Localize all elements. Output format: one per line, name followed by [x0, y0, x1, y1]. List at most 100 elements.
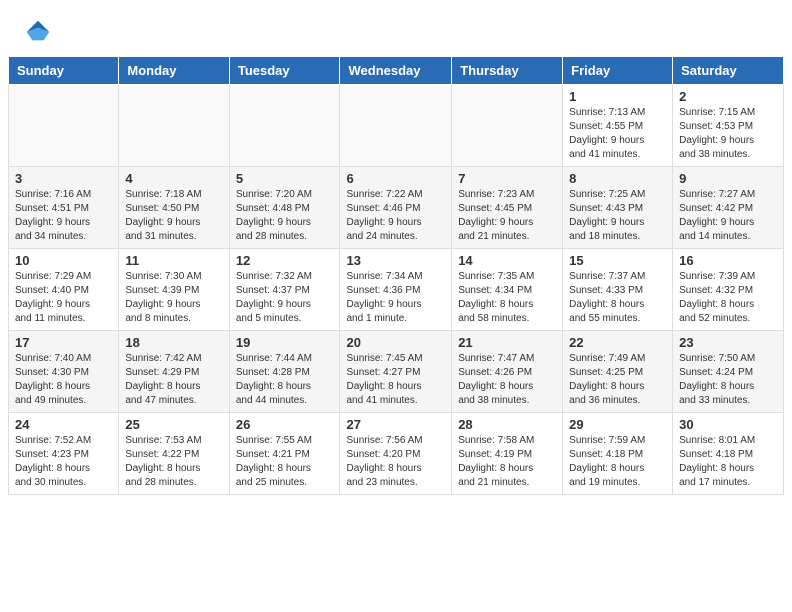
day-info: Sunrise: 7:25 AM Sunset: 4:43 PM Dayligh…: [569, 188, 666, 244]
calendar-day-cell: 4 Sunrise: 7:18 AM Sunset: 4:50 PM Daylig…: [119, 167, 229, 249]
day-number: 14: [458, 253, 556, 268]
calendar-day-cell: [119, 85, 229, 167]
day-number: 24: [15, 417, 112, 432]
calendar-day-cell: 24 Sunrise: 7:52 AM Sunset: 4:23 PM Dayli…: [9, 413, 119, 495]
calendar-day-cell: 21Sunrise: 7:47 AM Sunset: 4:26 PM Dayli…: [452, 331, 563, 413]
calendar-day-cell: 26Sunrise: 7:55 AM Sunset: 4:21 PM Dayli…: [229, 413, 340, 495]
page-header: [0, 0, 792, 56]
calendar-day-cell: 16 Sunrise: 7:39 AM Sunset: 4:32 PM Dayli…: [673, 249, 784, 331]
day-number: 6: [346, 171, 445, 186]
day-info: Sunrise: 7:53 AM Sunset: 4:22 PM Dayligh…: [125, 434, 222, 490]
day-info: Sunrise: 7:13 AM Sunset: 4:55 PM Dayligh…: [569, 106, 666, 162]
day-info: Sunrise: 7:29 AM Sunset: 4:40 PM Dayligh…: [15, 270, 112, 326]
calendar-day-cell: [9, 85, 119, 167]
day-number: 17: [15, 335, 112, 350]
calendar-week-row: 1 Sunrise: 7:13 AM Sunset: 4:55 PM Daylig…: [9, 85, 784, 167]
day-number: 11: [125, 253, 222, 268]
day-number: 23: [679, 335, 777, 350]
calendar-day-cell: 8 Sunrise: 7:25 AM Sunset: 4:43 PM Daylig…: [563, 167, 673, 249]
calendar-day-cell: [340, 85, 452, 167]
day-number: 18: [125, 335, 222, 350]
calendar-day-cell: 1 Sunrise: 7:13 AM Sunset: 4:55 PM Daylig…: [563, 85, 673, 167]
logo: [24, 18, 56, 46]
day-info: Sunrise: 7:50 AM Sunset: 4:24 PM Dayligh…: [679, 352, 777, 408]
calendar-day-cell: 2Sunrise: 7:15 AM Sunset: 4:53 PM Daylig…: [673, 85, 784, 167]
calendar-day-cell: 29 Sunrise: 7:59 AM Sunset: 4:18 PM Dayli…: [563, 413, 673, 495]
calendar-day-cell: [229, 85, 340, 167]
day-info: Sunrise: 7:37 AM Sunset: 4:33 PM Dayligh…: [569, 270, 666, 326]
calendar-day-cell: 14 Sunrise: 7:35 AM Sunset: 4:34 PM Dayli…: [452, 249, 563, 331]
day-info: Sunrise: 7:52 AM Sunset: 4:23 PM Dayligh…: [15, 434, 112, 490]
weekday-header-cell: Friday: [563, 57, 673, 85]
weekday-header-row: SundayMondayTuesdayWednesdayThursdayFrid…: [9, 57, 784, 85]
calendar-day-cell: 30Sunrise: 8:01 AM Sunset: 4:18 PM Dayli…: [673, 413, 784, 495]
day-info: Sunrise: 7:34 AM Sunset: 4:36 PM Dayligh…: [346, 270, 445, 326]
day-number: 22: [569, 335, 666, 350]
day-number: 2: [679, 89, 777, 104]
calendar-day-cell: 7 Sunrise: 7:23 AM Sunset: 4:45 PM Daylig…: [452, 167, 563, 249]
day-info: Sunrise: 7:32 AM Sunset: 4:37 PM Dayligh…: [236, 270, 334, 326]
day-info: Sunrise: 8:01 AM Sunset: 4:18 PM Dayligh…: [679, 434, 777, 490]
calendar-container: SundayMondayTuesdayWednesdayThursdayFrid…: [0, 56, 792, 503]
weekday-header-cell: Monday: [119, 57, 229, 85]
day-info: Sunrise: 7:59 AM Sunset: 4:18 PM Dayligh…: [569, 434, 666, 490]
calendar-day-cell: [452, 85, 563, 167]
day-number: 10: [15, 253, 112, 268]
calendar-week-row: 10 Sunrise: 7:29 AM Sunset: 4:40 PM Dayli…: [9, 249, 784, 331]
day-number: 27: [346, 417, 445, 432]
day-number: 26: [236, 417, 334, 432]
day-info: Sunrise: 7:22 AM Sunset: 4:46 PM Dayligh…: [346, 188, 445, 244]
weekday-header-cell: Tuesday: [229, 57, 340, 85]
calendar-day-cell: 11Sunrise: 7:30 AM Sunset: 4:39 PM Dayli…: [119, 249, 229, 331]
day-info: Sunrise: 7:40 AM Sunset: 4:30 PM Dayligh…: [15, 352, 112, 408]
calendar-body: 1 Sunrise: 7:13 AM Sunset: 4:55 PM Daylig…: [9, 85, 784, 495]
day-number: 15: [569, 253, 666, 268]
calendar-day-cell: 5 Sunrise: 7:20 AM Sunset: 4:48 PM Daylig…: [229, 167, 340, 249]
day-number: 5: [236, 171, 334, 186]
day-number: 4: [125, 171, 222, 186]
day-number: 29: [569, 417, 666, 432]
day-number: 9: [679, 171, 777, 186]
day-info: Sunrise: 7:56 AM Sunset: 4:20 PM Dayligh…: [346, 434, 445, 490]
day-info: Sunrise: 7:23 AM Sunset: 4:45 PM Dayligh…: [458, 188, 556, 244]
calendar-table: SundayMondayTuesdayWednesdayThursdayFrid…: [8, 56, 784, 495]
weekday-header-cell: Saturday: [673, 57, 784, 85]
calendar-day-cell: 20 Sunrise: 7:45 AM Sunset: 4:27 PM Dayli…: [340, 331, 452, 413]
day-number: 16: [679, 253, 777, 268]
calendar-day-cell: 9Sunrise: 7:27 AM Sunset: 4:42 PM Daylig…: [673, 167, 784, 249]
calendar-day-cell: 15 Sunrise: 7:37 AM Sunset: 4:33 PM Dayli…: [563, 249, 673, 331]
weekday-header-cell: Sunday: [9, 57, 119, 85]
calendar-day-cell: 12 Sunrise: 7:32 AM Sunset: 4:37 PM Dayli…: [229, 249, 340, 331]
day-info: Sunrise: 7:16 AM Sunset: 4:51 PM Dayligh…: [15, 188, 112, 244]
day-info: Sunrise: 7:18 AM Sunset: 4:50 PM Dayligh…: [125, 188, 222, 244]
day-number: 7: [458, 171, 556, 186]
calendar-day-cell: 25 Sunrise: 7:53 AM Sunset: 4:22 PM Dayli…: [119, 413, 229, 495]
day-info: Sunrise: 7:35 AM Sunset: 4:34 PM Dayligh…: [458, 270, 556, 326]
day-info: Sunrise: 7:39 AM Sunset: 4:32 PM Dayligh…: [679, 270, 777, 326]
calendar-day-cell: 6 Sunrise: 7:22 AM Sunset: 4:46 PM Daylig…: [340, 167, 452, 249]
calendar-day-cell: 27 Sunrise: 7:56 AM Sunset: 4:20 PM Dayli…: [340, 413, 452, 495]
calendar-day-cell: 23 Sunrise: 7:50 AM Sunset: 4:24 PM Dayli…: [673, 331, 784, 413]
day-info: Sunrise: 7:49 AM Sunset: 4:25 PM Dayligh…: [569, 352, 666, 408]
calendar-day-cell: 3 Sunrise: 7:16 AM Sunset: 4:51 PM Daylig…: [9, 167, 119, 249]
weekday-header-cell: Wednesday: [340, 57, 452, 85]
calendar-day-cell: 19Sunrise: 7:44 AM Sunset: 4:28 PM Dayli…: [229, 331, 340, 413]
day-number: 8: [569, 171, 666, 186]
day-info: Sunrise: 7:47 AM Sunset: 4:26 PM Dayligh…: [458, 352, 556, 408]
day-number: 12: [236, 253, 334, 268]
day-number: 3: [15, 171, 112, 186]
calendar-day-cell: 18Sunrise: 7:42 AM Sunset: 4:29 PM Dayli…: [119, 331, 229, 413]
day-number: 13: [346, 253, 445, 268]
calendar-day-cell: 17 Sunrise: 7:40 AM Sunset: 4:30 PM Dayli…: [9, 331, 119, 413]
calendar-week-row: 3 Sunrise: 7:16 AM Sunset: 4:51 PM Daylig…: [9, 167, 784, 249]
day-info: Sunrise: 7:58 AM Sunset: 4:19 PM Dayligh…: [458, 434, 556, 490]
day-number: 20: [346, 335, 445, 350]
calendar-day-cell: 22 Sunrise: 7:49 AM Sunset: 4:25 PM Dayli…: [563, 331, 673, 413]
calendar-day-cell: 13 Sunrise: 7:34 AM Sunset: 4:36 PM Dayli…: [340, 249, 452, 331]
day-number: 25: [125, 417, 222, 432]
calendar-week-row: 24 Sunrise: 7:52 AM Sunset: 4:23 PM Dayli…: [9, 413, 784, 495]
day-info: Sunrise: 7:20 AM Sunset: 4:48 PM Dayligh…: [236, 188, 334, 244]
calendar-day-cell: 28Sunrise: 7:58 AM Sunset: 4:19 PM Dayli…: [452, 413, 563, 495]
day-info: Sunrise: 7:45 AM Sunset: 4:27 PM Dayligh…: [346, 352, 445, 408]
day-number: 1: [569, 89, 666, 104]
